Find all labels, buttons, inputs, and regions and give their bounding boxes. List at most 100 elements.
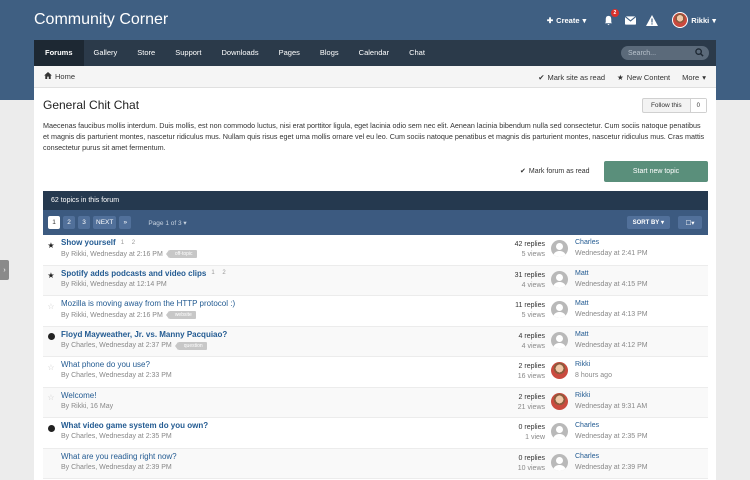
last-poster-avatar[interactable] <box>551 362 568 379</box>
follow-count: 0 <box>689 99 706 112</box>
search-icon[interactable] <box>695 48 704 59</box>
last-post-time[interactable]: Wednesday at 2:35 PM <box>575 433 648 440</box>
caret-down-icon: ▾ <box>660 220 664 226</box>
moderation-select-dropdown[interactable]: ☐ ▾ <box>678 216 702 229</box>
topic-mini-pagination[interactable]: 1 2 <box>121 240 138 246</box>
topic-author-meta: By Charles, Wednesday at 2:35 PM <box>61 433 172 440</box>
search-input[interactable]: Search... <box>621 46 709 60</box>
last-poster-name[interactable]: Rikki <box>575 361 590 368</box>
topic-title-link[interactable]: Mozilla is moving away from the HTTP pro… <box>61 299 235 308</box>
topic-row[interactable]: ★ Spotify adds podcasts and video clips 1… <box>43 265 708 296</box>
star-icon: ★ <box>617 72 624 82</box>
last-poster-avatar[interactable] <box>551 423 568 440</box>
topic-title-link[interactable]: Floyd Mayweather, Jr. vs. Manny Pacquiao… <box>61 330 227 339</box>
mark-forum-read-link[interactable]: ✔ Mark forum as read <box>520 167 590 176</box>
view-count: 5 views <box>521 312 545 319</box>
topic-row[interactable]: ★ Show yourself 1 2 By Rikki, Wednesday a… <box>43 235 708 266</box>
last-poster-avatar[interactable] <box>551 240 568 257</box>
topic-stats: 42 replies 5 views <box>515 240 545 260</box>
last-poster-name[interactable]: Charles <box>575 239 599 246</box>
forum-description: Maecenas faucibus mollis interdum. Duis … <box>43 121 705 152</box>
reply-count: 2 replies <box>518 363 545 370</box>
nav-item-chat[interactable]: Chat <box>399 40 435 66</box>
caret-down-icon: ▾ <box>183 219 187 227</box>
nav-item-blogs[interactable]: Blogs <box>310 40 349 66</box>
topic-tag[interactable]: off-topic <box>165 250 197 258</box>
last-post-time[interactable]: Wednesday at 2:41 PM <box>575 250 648 257</box>
start-new-topic-button[interactable]: Start new topic <box>604 161 708 182</box>
topic-row[interactable]: ☆ What phone do you use? By Charles, Wed… <box>43 357 708 388</box>
last-poster-avatar[interactable] <box>551 270 568 288</box>
last-page-button[interactable]: » <box>119 216 132 229</box>
unread-dot-icon <box>47 333 55 341</box>
nav-item-pages[interactable]: Pages <box>269 40 310 66</box>
last-poster-avatar[interactable] <box>551 392 568 410</box>
site-title[interactable]: Community Corner <box>34 11 168 29</box>
topic-row[interactable]: ☆ Mozilla is moving away from the HTTP p… <box>43 296 708 327</box>
topic-row[interactable]: ☆ Welcome! By Rikki, 16 May 2 replies 21… <box>43 387 708 418</box>
reply-count: 42 replies <box>514 241 545 248</box>
page-2-button[interactable]: 2 <box>63 216 75 229</box>
user-menu[interactable]: Rikki ▾ <box>672 12 716 28</box>
last-poster-name[interactable]: Rikki <box>575 392 590 399</box>
last-poster-avatar[interactable] <box>551 301 568 318</box>
nav-item-downloads[interactable]: Downloads <box>212 40 269 66</box>
last-post-time[interactable]: Wednesday at 2:39 PM <box>575 464 648 471</box>
messages-envelope-icon[interactable] <box>624 14 636 26</box>
last-post-time[interactable]: Wednesday at 4:13 PM <box>575 311 648 318</box>
topic-title-link[interactable]: Show yourself <box>61 238 116 247</box>
topic-stats: 4 replies 4 views <box>519 332 545 352</box>
nav-item-forums[interactable]: Forums <box>34 40 84 66</box>
topic-tag[interactable]: question <box>174 341 207 350</box>
topic-row[interactable]: Floyd Mayweather, Jr. vs. Manny Pacquiao… <box>43 326 708 357</box>
topic-mini-pagination[interactable]: 1 2 <box>211 270 228 276</box>
breadcrumb-home[interactable]: Home <box>44 72 75 81</box>
nav-item-support[interactable]: Support <box>165 40 211 66</box>
topic-title-link[interactable]: What phone do you use? <box>61 360 150 369</box>
follow-button[interactable]: Follow this 0 <box>641 98 707 113</box>
page-1-button[interactable]: 1 <box>48 216 60 229</box>
last-poster-avatar[interactable] <box>551 331 568 349</box>
last-poster-name[interactable]: Matt <box>575 300 589 307</box>
topic-row[interactable]: What are you reading right now? By Charl… <box>43 448 708 479</box>
last-poster-name[interactable]: Charles <box>575 422 599 429</box>
page-jump-dropdown[interactable]: Page 1 of 3 ▾ <box>148 219 186 227</box>
topic-title-link[interactable]: What are you reading right now? <box>61 452 177 461</box>
topic-author-meta: By Rikki, 16 May <box>61 402 114 410</box>
topic-title-link[interactable]: Welcome! <box>61 391 96 400</box>
mark-site-read-label: Mark site as read <box>547 72 606 82</box>
create-menu[interactable]: ✚ Create ▾ <box>547 16 586 25</box>
last-poster-name[interactable]: Charles <box>575 453 599 460</box>
page-3-button[interactable]: 3 <box>78 216 90 229</box>
reply-count: 4 replies <box>518 332 545 340</box>
last-post-time[interactable]: 8 hours ago <box>575 372 612 379</box>
reports-warning-icon[interactable] <box>646 14 659 26</box>
more-menu[interactable]: More ▾ <box>682 73 706 82</box>
reply-count: 0 replies <box>518 424 545 431</box>
new-content-link[interactable]: ★ New Content <box>617 73 670 82</box>
mark-site-read-link[interactable]: ✔ Mark site as read <box>538 73 605 82</box>
nav-item-calendar[interactable]: Calendar <box>349 40 399 66</box>
topic-title-link[interactable]: What video game system do you own? <box>61 421 208 430</box>
reply-count: 2 replies <box>518 393 545 401</box>
next-page-button[interactable]: NEXT <box>93 216 117 229</box>
sidebar-toggle-chevron-icon[interactable]: › <box>0 260 9 280</box>
page-of-label: Page 1 of 3 <box>148 219 182 227</box>
last-poster-name[interactable]: Matt <box>575 331 589 338</box>
topic-title-link[interactable]: Spotify adds podcasts and video clips <box>61 269 206 278</box>
last-post-time[interactable]: Wednesday at 4:12 PM <box>575 342 648 349</box>
nav-item-store[interactable]: Store <box>127 40 165 66</box>
header-actions: ✚ Create ▾ 2 Rikki ▾ <box>547 9 716 28</box>
pagination-bar: 1 2 3 NEXT » Page 1 of 3 ▾ SORT BY ▾ ☐ ▾ <box>43 210 708 235</box>
sort-by-dropdown[interactable]: SORT BY ▾ <box>626 216 670 229</box>
topic-row[interactable]: What video game system do you own? By Ch… <box>43 418 708 449</box>
last-post-time[interactable]: Wednesday at 4:15 PM <box>575 281 648 288</box>
last-poster-avatar[interactable] <box>551 453 568 471</box>
last-poster-name[interactable]: Matt <box>575 270 589 277</box>
topic-tag[interactable]: website <box>165 311 196 319</box>
notifications-bell-icon[interactable]: 2 <box>602 9 620 26</box>
forum-main: General Chit Chat Follow this 0 Maecenas… <box>34 88 716 480</box>
star-outline-icon: ☆ <box>47 362 55 372</box>
last-post-time[interactable]: Wednesday at 9:31 AM <box>575 403 647 410</box>
nav-item-gallery[interactable]: Gallery <box>84 40 128 66</box>
